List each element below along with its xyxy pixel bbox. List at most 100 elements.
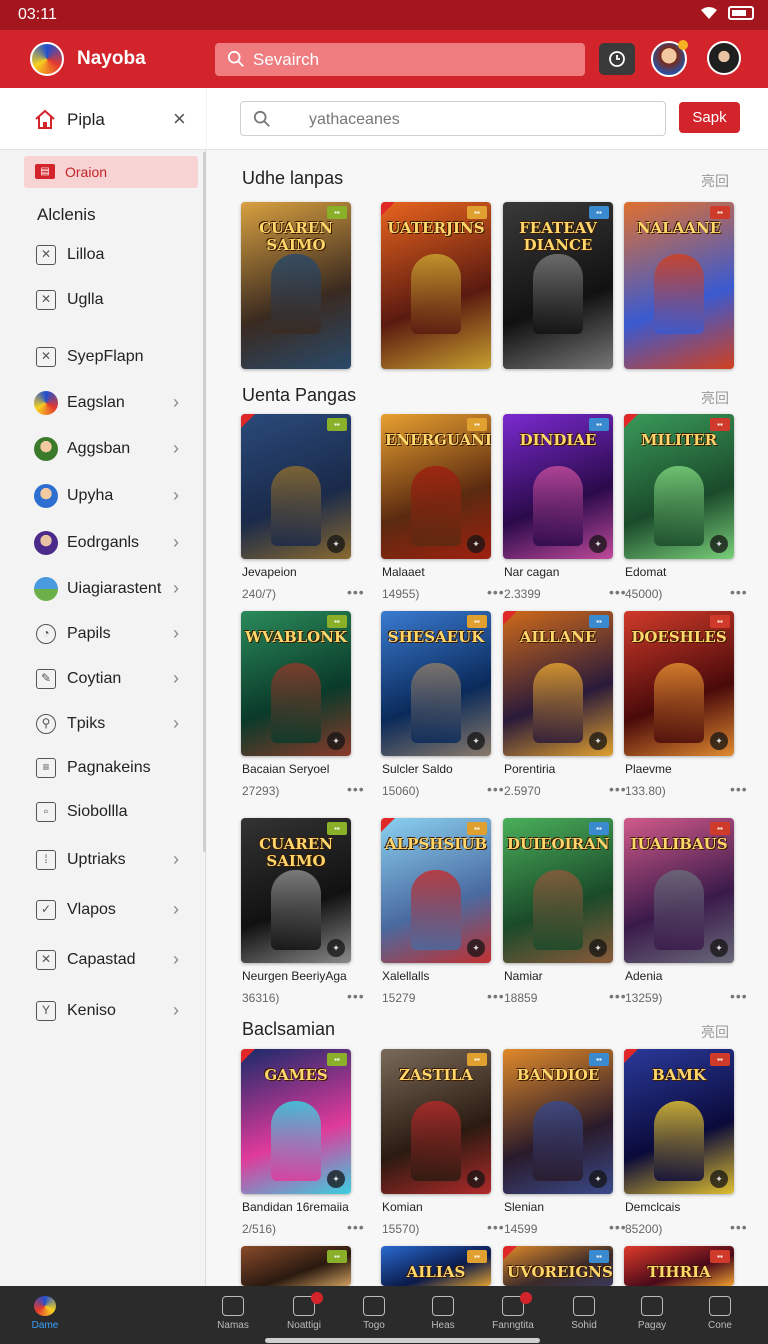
sidebar-item[interactable]: ▫ Siobollla	[0, 795, 206, 831]
nav-item[interactable]: Heas	[408, 1294, 478, 1340]
home-indicator[interactable]	[265, 1338, 540, 1343]
sidebar-item[interactable]: ⁞ Uptriaks ›	[0, 843, 206, 879]
sidebar-item[interactable]: Y Keniso ›	[0, 994, 206, 1030]
play-icon[interactable]: ✦	[710, 1170, 728, 1188]
game-thumbnail[interactable]: TIHRIA ▪▪	[624, 1246, 734, 1286]
sidebar-item[interactable]: Eodrganls ›	[0, 526, 206, 562]
play-icon[interactable]: ✦	[467, 732, 485, 750]
play-icon[interactable]: ✦	[589, 1170, 607, 1188]
game-thumbnail[interactable]: DOESHLES ▪▪ ✦	[624, 611, 734, 756]
sidebar-item[interactable]: ◔ Papils ›	[0, 617, 206, 653]
game-thumbnail[interactable]: UATERJINS ▪▪	[381, 202, 491, 369]
play-icon[interactable]: ✦	[589, 732, 607, 750]
more-options-icon[interactable]: •••	[347, 781, 365, 797]
game-thumbnail[interactable]: AILIAS ▪▪	[381, 1246, 491, 1286]
sidebar-item[interactable]: ✕ Capastad ›	[0, 943, 206, 979]
game-thumbnail[interactable]: WVABLONK ▪▪ ✦	[241, 611, 351, 756]
game-thumbnail[interactable]: NALAANE ▪▪	[624, 202, 734, 369]
nav-item[interactable]: Togo	[339, 1294, 409, 1340]
game-thumbnail[interactable]: GAMES ▪▪ ✦	[241, 1049, 351, 1194]
clock-icon	[609, 51, 625, 67]
play-icon[interactable]: ✦	[589, 535, 607, 553]
more-options-icon[interactable]: •••	[730, 781, 748, 797]
more-options-icon[interactable]: •••	[347, 584, 365, 600]
play-icon[interactable]: ✦	[467, 939, 485, 957]
play-icon[interactable]: ✦	[467, 1170, 485, 1188]
close-icon[interactable]: ×	[173, 106, 186, 132]
nav-item[interactable]: Noattigi	[269, 1292, 339, 1340]
game-thumbnail[interactable]: FEATEAV DIANCE ▪▪	[503, 202, 613, 369]
more-options-icon[interactable]: •••	[730, 988, 748, 1004]
home-icon[interactable]	[34, 108, 56, 130]
sidebar-item[interactable]: ✓ Vlapos ›	[0, 893, 206, 929]
status-bar: 03:11	[0, 0, 768, 30]
content-search-input[interactable]: yathaceanes	[240, 101, 666, 136]
character-art	[411, 1101, 461, 1181]
sidebar-item[interactable]: ≡ Pagnakeins	[0, 751, 206, 787]
sidebar-item[interactable]: Eagslan ›	[0, 386, 206, 422]
nav-item[interactable]: Dame	[10, 1294, 80, 1340]
game-thumbnail[interactable]: UVOREIGNS ▪▪	[503, 1246, 613, 1286]
game-thumbnail[interactable]: ▪▪ ✦	[241, 414, 351, 559]
play-icon[interactable]: ✦	[710, 732, 728, 750]
more-options-icon[interactable]: •••	[730, 584, 748, 600]
game-name: Komian	[382, 1200, 423, 1214]
nav-item[interactable]: Namas	[198, 1294, 268, 1340]
history-button[interactable]	[599, 43, 635, 75]
game-player-count: 133.80)	[625, 784, 666, 798]
game-thumbnail[interactable]: CUAREN SAIMO ▪▪ ✦	[241, 818, 351, 963]
more-options-icon[interactable]: •••	[730, 1219, 748, 1235]
play-icon[interactable]: ✦	[327, 1170, 345, 1188]
app-logo[interactable]	[30, 42, 64, 76]
sidebar-item[interactable]: ✕ Uglla	[0, 283, 206, 319]
sidebar-item[interactable]: ✕ Lilloa	[0, 238, 206, 274]
game-thumbnail[interactable]: ▪▪	[241, 1246, 351, 1286]
sidebar-item-active[interactable]: ▤ Oraion	[24, 156, 198, 188]
nav-item[interactable]: Sohid	[549, 1294, 619, 1340]
sidebar-item[interactable]: Uiagiarastent ›	[0, 572, 206, 608]
game-thumbnail[interactable]: DINDIAE ▪▪ ✦	[503, 414, 613, 559]
game-art-title: DUIEOIRAN	[507, 835, 610, 853]
play-icon[interactable]: ✦	[589, 939, 607, 957]
game-thumbnail[interactable]: DUIEOIRAN ▪▪ ✦	[503, 818, 613, 963]
game-thumbnail[interactable]: BAMK ▪▪ ✦	[624, 1049, 734, 1194]
more-options-icon[interactable]: •••	[487, 1219, 505, 1235]
game-thumbnail[interactable]: IUALIBAUS ▪▪ ✦	[624, 818, 734, 963]
game-thumbnail[interactable]: ENERGUAND ▪▪ ✦	[381, 414, 491, 559]
game-thumbnail[interactable]: ZASTILA ▪▪ ✦	[381, 1049, 491, 1194]
play-icon[interactable]: ✦	[467, 535, 485, 553]
section-more-link[interactable]: 亮回	[701, 171, 729, 191]
game-thumbnail[interactable]: SHESAEUK ▪▪ ✦	[381, 611, 491, 756]
nav-item[interactable]: Cone	[685, 1294, 755, 1340]
game-thumbnail[interactable]: MILITER ▪▪ ✦	[624, 414, 734, 559]
game-thumbnail[interactable]: ALPSHSIUB ▪▪ ✦	[381, 818, 491, 963]
global-search-input[interactable]: Sevairch	[215, 43, 585, 76]
play-icon[interactable]: ✦	[710, 535, 728, 553]
search-button[interactable]: Sapk	[679, 102, 740, 133]
sidebar-item[interactable]: ✕ SyepFlapn	[0, 340, 206, 376]
more-options-icon[interactable]: •••	[487, 988, 505, 1004]
sidebar-item[interactable]: ✎ Coytian ›	[0, 662, 206, 698]
sidebar-item[interactable]: Upyha ›	[0, 479, 206, 515]
game-thumbnail[interactable]: AILLANE ▪▪ ✦	[503, 611, 613, 756]
section-more-link[interactable]: 亮回	[701, 1022, 729, 1042]
game-thumbnail[interactable]: CUAREN SAIMO ▪▪	[241, 202, 351, 369]
app-bar: Nayoba Sevairch	[0, 30, 768, 88]
section-more-link[interactable]: 亮回	[701, 388, 729, 408]
sidebar-item[interactable]: ⚲ Tpiks ›	[0, 707, 206, 743]
more-options-icon[interactable]: •••	[487, 781, 505, 797]
new-ribbon-icon	[241, 1049, 255, 1063]
nav-item[interactable]: Pagay	[617, 1294, 687, 1340]
play-icon[interactable]: ✦	[327, 732, 345, 750]
nav-item[interactable]: Fanngtita	[478, 1292, 548, 1340]
more-options-icon[interactable]: •••	[347, 988, 365, 1004]
play-icon[interactable]: ✦	[710, 939, 728, 957]
play-icon[interactable]: ✦	[327, 535, 345, 553]
more-options-icon[interactable]: •••	[347, 1219, 365, 1235]
play-icon[interactable]: ✦	[327, 939, 345, 957]
game-thumbnail[interactable]: BANDIOE ▪▪ ✦	[503, 1049, 613, 1194]
profile-avatar[interactable]	[707, 41, 741, 75]
user-avatar[interactable]	[651, 40, 688, 77]
sidebar-item[interactable]: Aggsban ›	[0, 432, 206, 468]
more-options-icon[interactable]: •••	[487, 584, 505, 600]
